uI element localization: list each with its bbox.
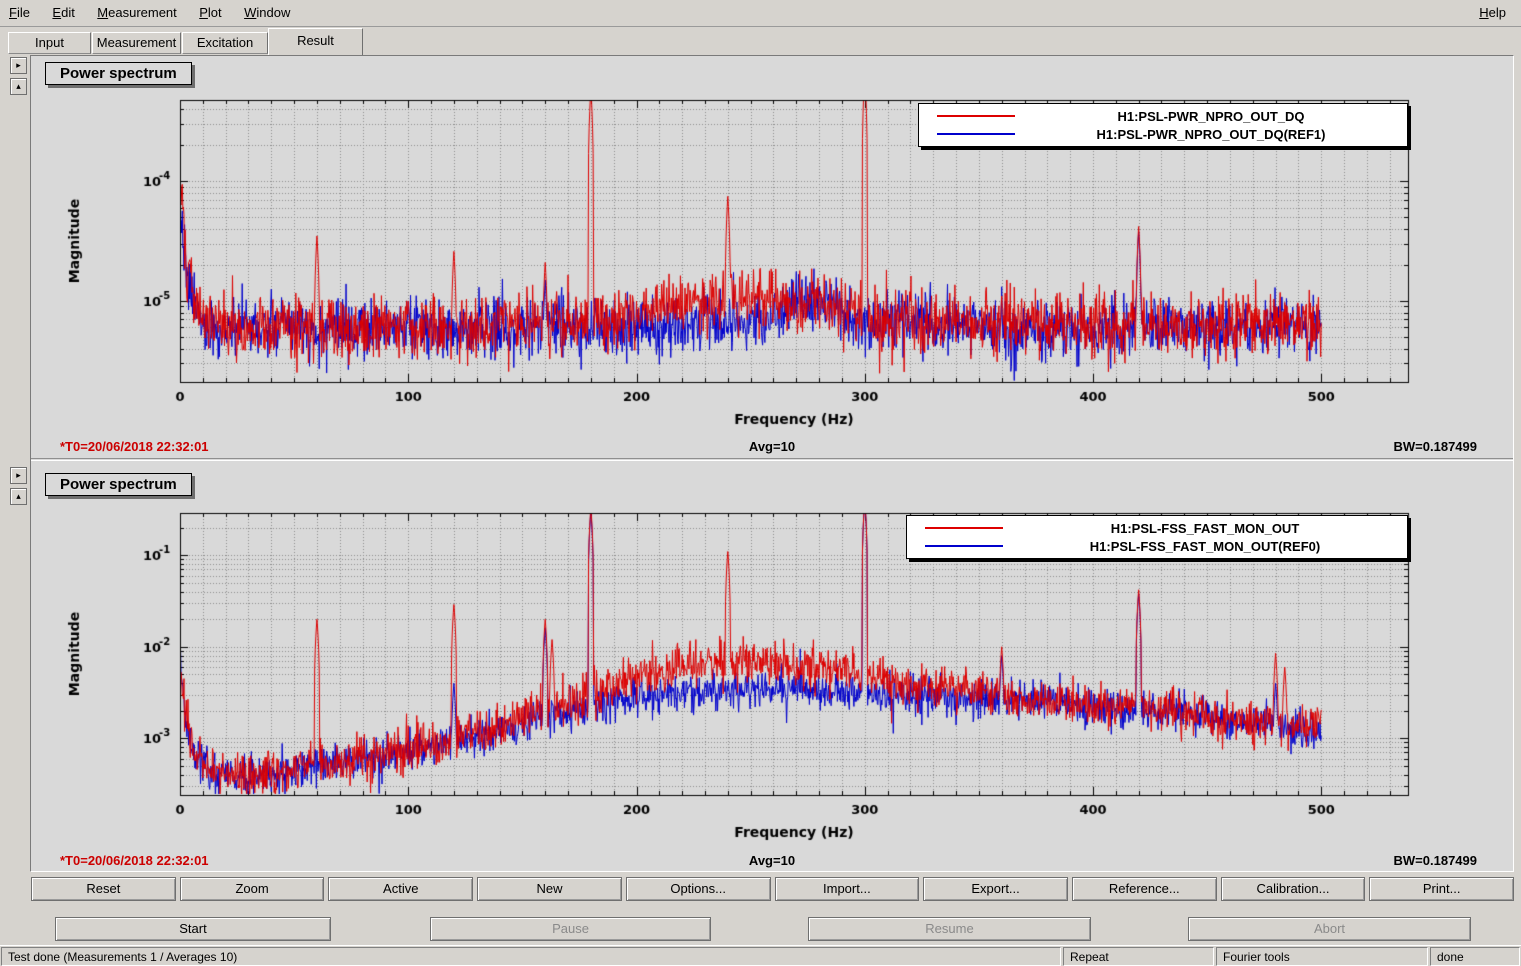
arrow-up-icon: ▴ bbox=[16, 491, 21, 501]
menu-edit[interactable]: Edit bbox=[43, 0, 83, 24]
new-button[interactable]: New bbox=[477, 877, 622, 901]
plot1-bw-label: BW=0.187499 bbox=[1394, 439, 1477, 454]
legend-trace-sample-red bbox=[925, 527, 1003, 529]
plot2-legend: H1:PSL-FSS_FAST_MON_OUT H1:PSL-FSS_FAST_… bbox=[906, 515, 1408, 559]
plot1-legend: H1:PSL-PWR_NPRO_OUT_DQ H1:PSL-PWR_NPRO_O… bbox=[918, 103, 1408, 147]
plot2-bw-label: BW=0.187499 bbox=[1394, 853, 1477, 868]
reference-button[interactable]: Reference... bbox=[1072, 877, 1217, 901]
resume-button: Resume bbox=[808, 917, 1091, 941]
active-button[interactable]: Active bbox=[328, 877, 473, 901]
legend-trace-sample-blue bbox=[925, 545, 1003, 547]
legend-label: H1:PSL-PWR_NPRO_OUT_DQ bbox=[1015, 109, 1407, 124]
legend-row: H1:PSL-FSS_FAST_MON_OUT(REF0) bbox=[907, 537, 1407, 555]
tab-bar: Input Measurement Excitation Result bbox=[0, 27, 1521, 55]
menu-file[interactable]: File bbox=[0, 0, 39, 24]
arrow-right-icon: ▸ bbox=[16, 470, 21, 480]
calibration-button[interactable]: Calibration... bbox=[1221, 877, 1366, 901]
plot-panel-2: Power spectrum H1:PSL-FSS_FAST_MON_OUT H… bbox=[31, 460, 1513, 871]
pause-button: Pause bbox=[430, 917, 711, 941]
status-state: done bbox=[1430, 947, 1520, 966]
legend-label: H1:PSL-FSS_FAST_MON_OUT(REF0) bbox=[1003, 539, 1407, 554]
plot1-title: Power spectrum bbox=[45, 62, 192, 85]
status-repeat: Repeat bbox=[1063, 947, 1214, 966]
app: { "menubar": { "items": ["File", "Edit",… bbox=[0, 0, 1521, 965]
options-button[interactable]: Options... bbox=[626, 877, 771, 901]
start-button[interactable]: Start bbox=[55, 917, 331, 941]
plot-panel-1: Power spectrum H1:PSL-PWR_NPRO_OUT_DQ H1… bbox=[31, 56, 1513, 459]
export-button[interactable]: Export... bbox=[923, 877, 1068, 901]
plot2-avg-label: Avg=10 bbox=[31, 853, 1513, 868]
legend-label: H1:PSL-PWR_NPRO_OUT_DQ(REF1) bbox=[1015, 127, 1407, 142]
menu-plot[interactable]: Plot bbox=[190, 0, 230, 24]
abort-button: Abort bbox=[1188, 917, 1471, 941]
legend-row: H1:PSL-PWR_NPRO_OUT_DQ bbox=[919, 107, 1407, 125]
menu-measurement[interactable]: Measurement bbox=[88, 0, 186, 24]
tab-measurement[interactable]: Measurement bbox=[92, 32, 181, 54]
legend-label: H1:PSL-FSS_FAST_MON_OUT bbox=[1003, 521, 1407, 536]
print-button[interactable]: Print... bbox=[1369, 877, 1514, 901]
plot2-pane-up-button[interactable]: ▴ bbox=[10, 488, 27, 505]
plot-area: Power spectrum H1:PSL-PWR_NPRO_OUT_DQ H1… bbox=[30, 55, 1514, 872]
legend-trace-sample-red bbox=[937, 115, 1015, 117]
plot2-title: Power spectrum bbox=[45, 473, 192, 496]
status-tools: Fourier tools bbox=[1216, 947, 1428, 966]
zoom-button[interactable]: Zoom bbox=[180, 877, 325, 901]
legend-row: H1:PSL-PWR_NPRO_OUT_DQ(REF1) bbox=[919, 125, 1407, 143]
menu-bar: File Edit Measurement Plot Window Help bbox=[0, 0, 1521, 27]
plot1-t0-label: *T0=20/06/2018 22:32:01 bbox=[60, 439, 209, 454]
plot1-pane-expand-button[interactable]: ▸ bbox=[10, 57, 27, 74]
arrow-right-icon: ▸ bbox=[16, 60, 21, 70]
plot1-pane-up-button[interactable]: ▴ bbox=[10, 78, 27, 95]
status-message: Test done (Measurements 1 / Averages 10) bbox=[1, 947, 1061, 966]
tab-input[interactable]: Input bbox=[8, 32, 91, 54]
import-button[interactable]: Import... bbox=[775, 877, 920, 901]
status-bar: Test done (Measurements 1 / Averages 10)… bbox=[0, 945, 1521, 965]
arrow-up-icon: ▴ bbox=[16, 81, 21, 91]
legend-row: H1:PSL-FSS_FAST_MON_OUT bbox=[907, 519, 1407, 537]
plot2-pane-expand-button[interactable]: ▸ bbox=[10, 467, 27, 484]
tab-excitation[interactable]: Excitation bbox=[182, 32, 268, 54]
plot2-t0-label: *T0=20/06/2018 22:32:01 bbox=[60, 853, 209, 868]
menu-help[interactable]: Help bbox=[1470, 0, 1515, 24]
plot1-avg-label: Avg=10 bbox=[31, 439, 1513, 454]
tab-result[interactable]: Result bbox=[268, 28, 363, 55]
reset-button[interactable]: Reset bbox=[31, 877, 176, 901]
legend-trace-sample-blue bbox=[937, 133, 1015, 135]
toolbar: Reset Zoom Active New Options... Import.… bbox=[31, 877, 1514, 901]
menu-window[interactable]: Window bbox=[235, 0, 299, 24]
